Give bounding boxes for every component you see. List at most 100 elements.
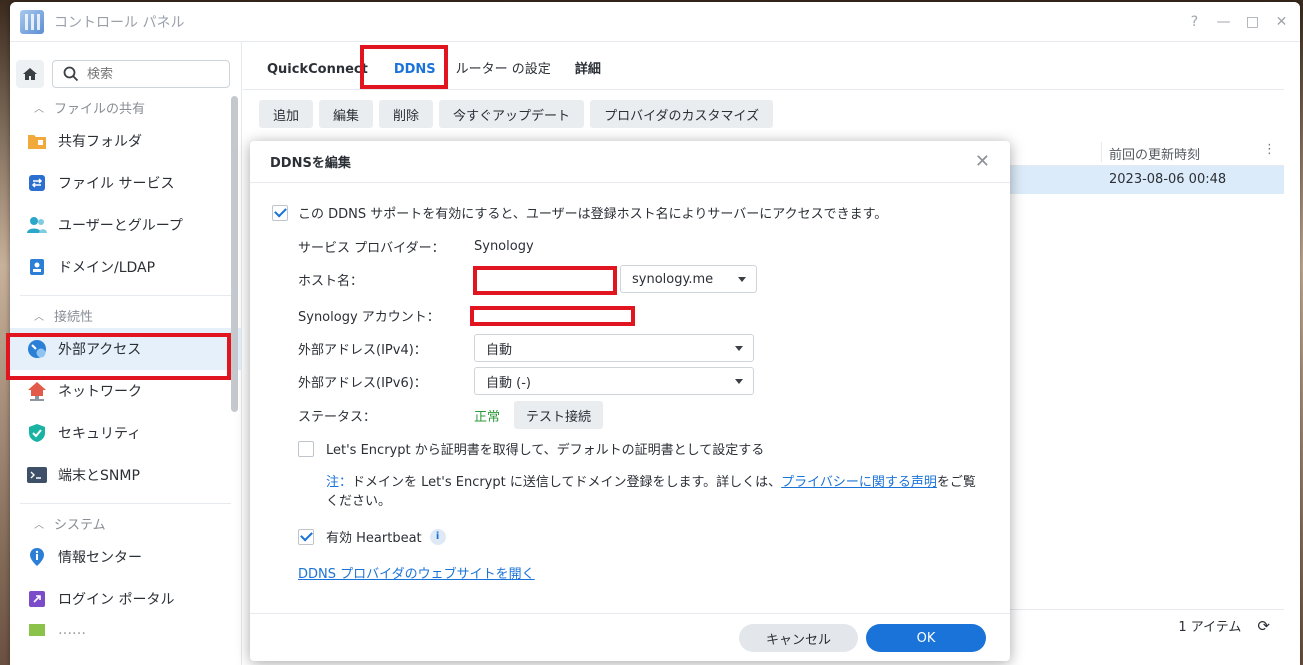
search-box[interactable] — [52, 60, 230, 88]
sidebar-scrollbar[interactable] — [231, 96, 238, 412]
note-line2: ください。 — [326, 494, 392, 509]
partial-item-icon — [26, 620, 48, 640]
sidebar-divider — [20, 503, 231, 504]
chevron-up-icon: ︿ — [34, 103, 44, 115]
dialog-footer: キャンセル OK — [250, 613, 1010, 661]
folder-icon — [26, 130, 48, 152]
note-prefix: 注： — [326, 475, 353, 490]
synology-account-label: Synology アカウント： — [298, 309, 440, 325]
terminal-icon — [26, 464, 48, 486]
window-controls: ? — □ ✕ — [1180, 14, 1296, 30]
ddns-provider-website-link[interactable]: DDNS プロバイダのウェブサイトを開く — [298, 563, 535, 582]
sidebar-item-partial[interactable]: …… — [10, 620, 241, 640]
ipv6-select[interactable]: 自動 (-) — [474, 367, 754, 395]
sidebar-item-file-services[interactable]: ファイル サービス — [10, 162, 241, 204]
letsencrypt-checkbox[interactable] — [298, 440, 314, 457]
sidebar-item-login-portal[interactable]: ログイン ポータル — [10, 578, 241, 620]
shield-icon — [26, 422, 48, 444]
refresh-icon[interactable]: ⟳ — [1257, 617, 1270, 635]
file-services-icon — [26, 172, 48, 194]
sidebar-item-security[interactable]: セキュリティ — [10, 412, 241, 454]
more-options-icon[interactable]: ⋮ — [1263, 142, 1276, 157]
sidebar-item-label: ユーザーとグループ — [58, 218, 183, 234]
info-icon — [26, 546, 48, 568]
sidebar-item-shared-folder[interactable]: 共有フォルダ — [10, 120, 241, 162]
ipv4-value: 自動 — [486, 342, 513, 358]
home-icon — [23, 68, 37, 80]
highlight-hostname — [473, 266, 617, 295]
network-icon — [26, 380, 48, 402]
window-title: コントロール パネル — [54, 14, 185, 31]
ok-button[interactable]: OK — [866, 624, 986, 652]
sidebar-item-label: ネットワーク — [58, 384, 142, 400]
sidebar-item-label: ドメイン/LDAP — [58, 260, 156, 276]
sidebar-item-label: ログイン ポータル — [58, 592, 175, 608]
domain-select[interactable]: synology.me — [620, 265, 757, 293]
column-last-updated[interactable]: 前回の更新時刻 — [1109, 144, 1200, 163]
dialog-title: DDNSを編集 — [250, 141, 1010, 183]
section-label: ファイルの共有 — [54, 101, 146, 117]
help-icon[interactable]: ? — [1180, 14, 1209, 30]
edit-button[interactable]: 編集 — [319, 100, 374, 128]
sidebar-item-terminal-snmp[interactable]: 端末とSNMP — [10, 454, 241, 496]
section-file-sharing[interactable]: ︿ ファイルの共有 — [10, 94, 241, 120]
section-connectivity[interactable]: ︿ 接続性 — [10, 302, 241, 328]
status-label: ステータス： — [298, 409, 377, 425]
search-input[interactable] — [87, 66, 217, 82]
sidebar-item-domain-ldap[interactable]: ドメイン/LDAP — [10, 246, 241, 288]
maximize-icon[interactable]: □ — [1238, 14, 1267, 30]
sidebar-item-label: …… — [58, 622, 86, 638]
sidebar-item-label: 情報センター — [58, 550, 142, 566]
minimize-icon[interactable]: — — [1209, 14, 1238, 30]
close-icon[interactable]: ✕ — [975, 151, 990, 172]
highlight-ddns-tab — [360, 45, 448, 89]
tab-router-settings[interactable]: ルーター の設定 — [456, 58, 575, 89]
section-system[interactable]: ︿ システム — [10, 510, 241, 536]
portal-icon — [26, 588, 48, 610]
sidebar-item-label: セキュリティ — [58, 426, 142, 442]
ipv4-label: 外部アドレス(IPv4)： — [298, 342, 427, 358]
column-separator — [1101, 142, 1102, 162]
title-bar: コントロール パネル ? — □ ✕ — [10, 2, 1300, 42]
service-provider-label: サービス プロバイダー： — [298, 240, 445, 256]
heartbeat-label: 有効 Heartbeat — [326, 531, 422, 546]
domain-value: synology.me — [632, 271, 714, 287]
add-button[interactable]: 追加 — [259, 100, 314, 128]
dropdown-caret-icon — [735, 378, 743, 384]
control-panel-app-icon — [20, 9, 44, 34]
sidebar-item-users-groups[interactable]: ユーザーとグループ — [10, 204, 241, 246]
home-button[interactable] — [16, 60, 44, 88]
cancel-button[interactable]: キャンセル — [739, 624, 858, 652]
enable-ddns-checkbox[interactable] — [272, 204, 288, 221]
highlight-synology-account — [470, 306, 635, 326]
sidebar-item-label: 端末とSNMP — [58, 468, 140, 484]
sidebar-item-label: 共有フォルダ — [58, 134, 142, 150]
privacy-statement-link[interactable]: プライバシーに関する声明 — [781, 475, 937, 490]
test-connection-button[interactable]: テスト接続 — [514, 401, 604, 429]
users-icon — [26, 214, 48, 236]
heartbeat-checkbox[interactable] — [298, 528, 314, 545]
sidebar-divider — [20, 295, 231, 296]
ipv4-select[interactable]: 自動 — [474, 334, 754, 362]
highlight-external-access — [6, 333, 231, 380]
dropdown-caret-icon — [735, 345, 743, 351]
close-window-icon[interactable]: ✕ — [1267, 14, 1296, 30]
letsencrypt-label: Let's Encrypt から証明書を取得して、デフォルトの証明書として設定す… — [326, 443, 765, 458]
enable-ddns-label: この DDNS サポートを有効にすると、ユーザーは登録ホスト名によりサーバーにア… — [298, 207, 888, 222]
id-card-icon — [26, 256, 48, 278]
update-now-button[interactable]: 今すぐアップデート — [439, 100, 585, 128]
note-text: ドメインを Let's Encrypt に送信してドメイン登録をします。詳しくは… — [352, 475, 782, 490]
status-value: 正常 — [474, 409, 501, 425]
hostname-label: ホスト名： — [298, 273, 364, 289]
chevron-up-icon: ︿ — [34, 519, 44, 531]
info-icon[interactable]: i — [429, 528, 446, 545]
chevron-up-icon: ︿ — [34, 311, 44, 323]
customize-provider-button[interactable]: プロバイダのカスタマイズ — [590, 100, 774, 128]
tab-advanced[interactable]: 詳細 — [575, 58, 613, 89]
search-icon — [63, 66, 79, 82]
ipv6-label: 外部アドレス(IPv6)： — [298, 375, 427, 391]
dialog-body: この DDNS サポートを有効にすると、ユーザーは登録ホスト名によりサーバーにア… — [250, 183, 1010, 613]
delete-button[interactable]: 削除 — [379, 100, 434, 128]
ipv6-value: 自動 (-) — [486, 375, 531, 391]
sidebar-item-info-center[interactable]: 情報センター — [10, 536, 241, 578]
